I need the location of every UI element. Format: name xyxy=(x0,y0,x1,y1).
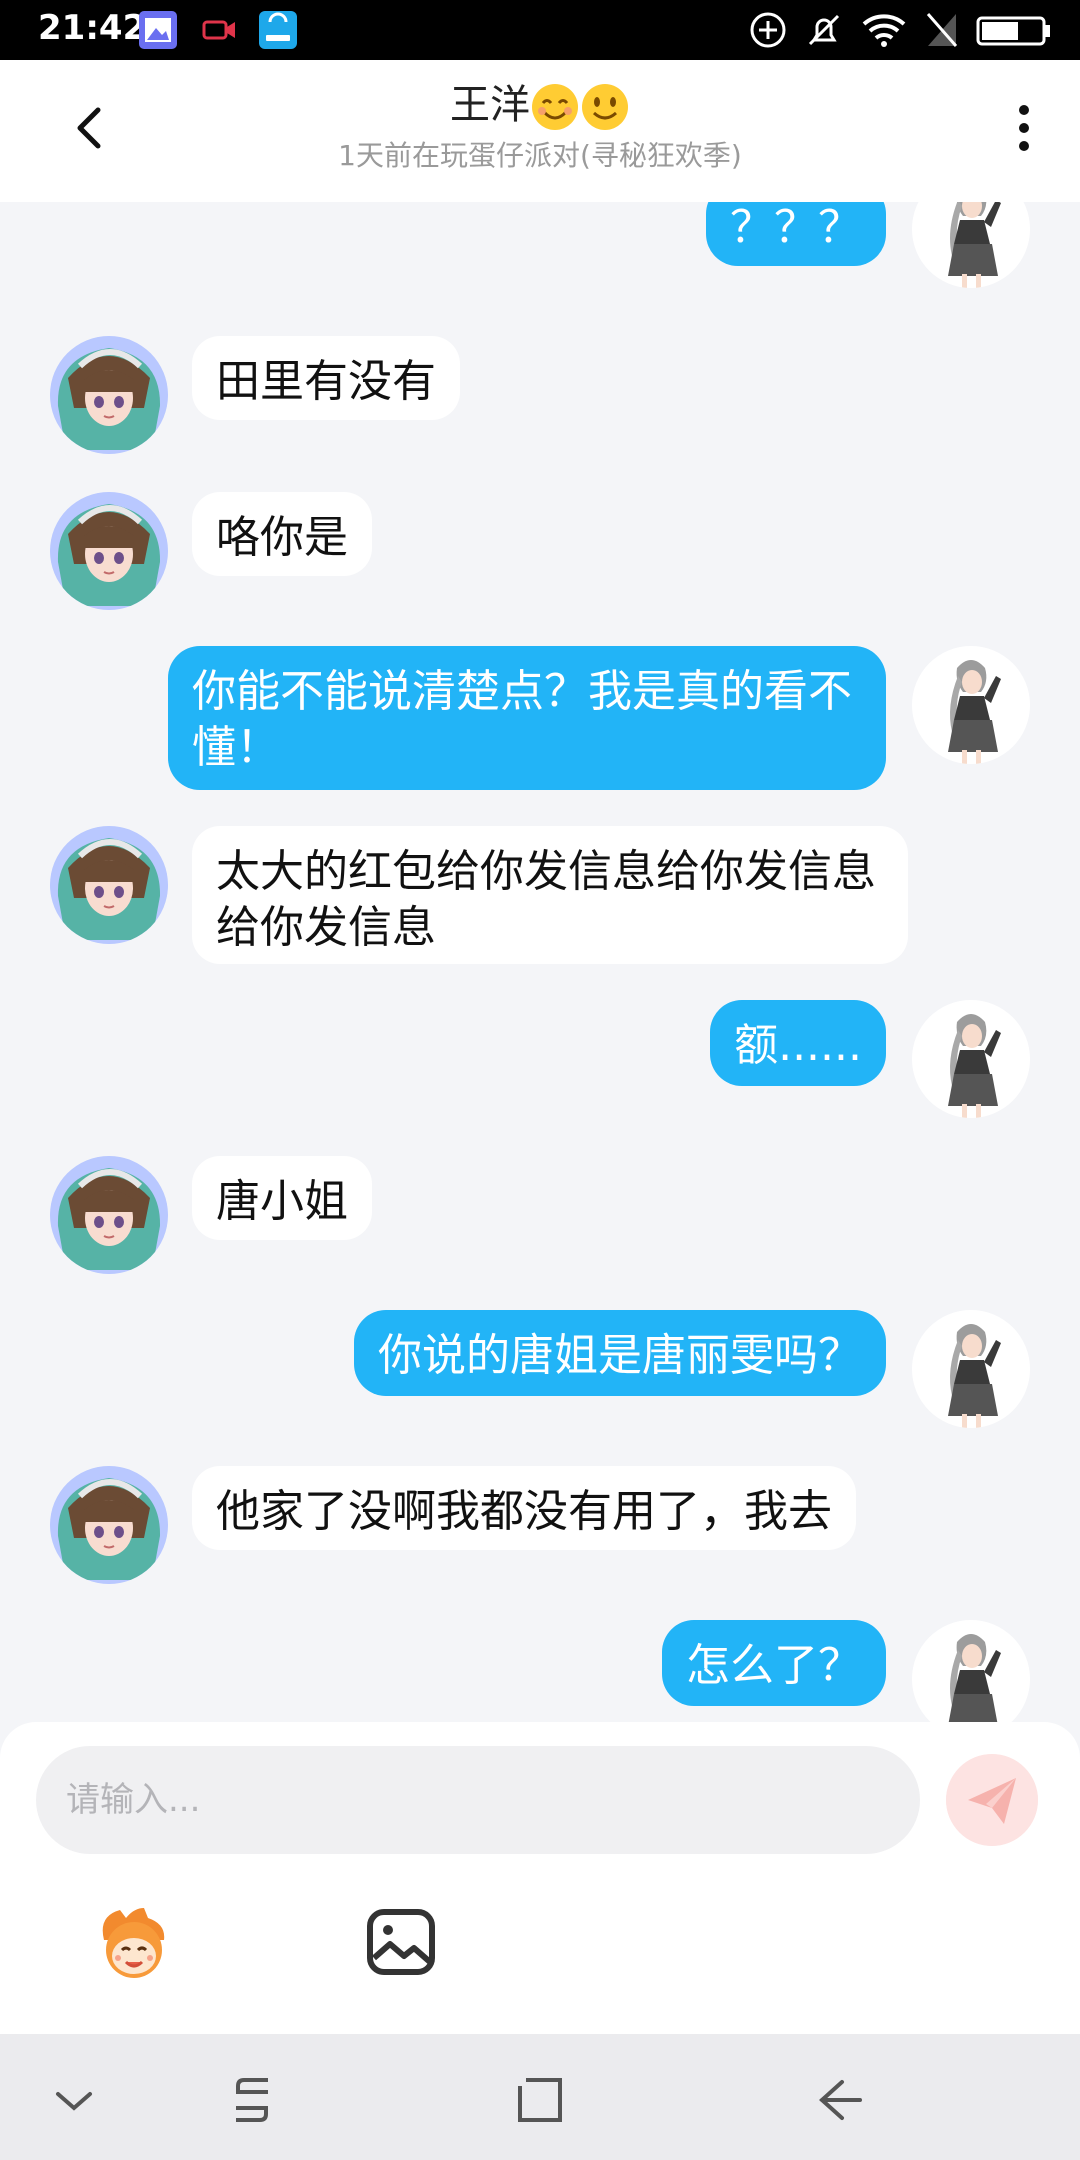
smiling-emoji-icon xyxy=(532,84,578,130)
battery-icon xyxy=(976,16,1050,46)
home-icon[interactable] xyxy=(512,2072,568,2128)
contact-title[interactable]: 王洋 xyxy=(0,78,1080,132)
chevron-down-icon[interactable] xyxy=(46,2072,102,2128)
my-avatar[interactable] xyxy=(912,1620,1030,1722)
friend-avatar[interactable] xyxy=(50,826,168,944)
wifi-icon xyxy=(862,14,906,47)
my-avatar[interactable] xyxy=(912,646,1030,764)
screen-recorder-icon xyxy=(202,20,235,40)
smile-emoji-icon xyxy=(582,84,628,130)
outgoing-message[interactable]: 怎么了？ xyxy=(662,1620,886,1706)
more-options-button[interactable] xyxy=(1004,96,1044,160)
friend-avatar[interactable] xyxy=(50,492,168,610)
message-input[interactable] xyxy=(36,1746,920,1854)
recent-apps-icon[interactable] xyxy=(224,2072,280,2128)
system-nav-bar xyxy=(0,2034,1080,2160)
my-avatar[interactable] xyxy=(912,1310,1030,1428)
sync-status-icon xyxy=(750,12,786,48)
title-area: 王洋 1天前在玩蛋仔派对(寻秘狂欢季) xyxy=(0,78,1080,176)
friend-avatar[interactable] xyxy=(50,336,168,454)
message-composer xyxy=(0,1722,1080,2034)
incoming-message[interactable]: 唐小姐 xyxy=(192,1156,372,1240)
gallery-app-icon xyxy=(139,11,177,49)
my-avatar[interactable] xyxy=(912,1000,1030,1118)
silent-bell-icon xyxy=(808,14,840,46)
incoming-message[interactable]: 他家了没啊我都没有用了，我去 xyxy=(192,1466,856,1550)
chat-header: 王洋 1天前在玩蛋仔派对(寻秘狂欢季) xyxy=(0,60,1080,202)
outgoing-message[interactable]: ？？？ xyxy=(706,202,886,266)
incoming-message[interactable]: 咯你是 xyxy=(192,492,372,576)
koobee-store-icon xyxy=(259,11,297,49)
outgoing-message[interactable]: 额...... xyxy=(710,1000,886,1086)
image-icon[interactable] xyxy=(364,1900,440,1984)
incoming-message[interactable]: 田里有没有 xyxy=(192,336,460,420)
message-list[interactable]: ？？？ 田里有没有 咯你是 你能不能说清楚点？我是真的看不懂！ 太大的红包给你发… xyxy=(0,202,1080,1722)
my-avatar[interactable] xyxy=(912,202,1030,288)
incoming-message[interactable]: 太大的红包给你发信息给你发信息给你发信息 xyxy=(192,826,908,964)
friend-avatar[interactable] xyxy=(50,1466,168,1584)
contact-status: 1天前在玩蛋仔派对(寻秘狂欢季) xyxy=(338,139,742,172)
outgoing-message[interactable]: 你能不能说清楚点？我是真的看不懂！ xyxy=(168,646,886,790)
back-arrow-icon[interactable] xyxy=(812,2072,868,2128)
contact-name: 王洋 xyxy=(450,82,530,128)
status-bar: 21:42 xyxy=(0,0,1080,60)
send-button[interactable] xyxy=(946,1754,1038,1846)
mascot-emoji-icon[interactable] xyxy=(92,1900,176,1984)
no-signal-icon xyxy=(926,13,958,47)
outgoing-message[interactable]: 你说的唐姐是唐丽雯吗？ xyxy=(354,1310,886,1396)
friend-avatar[interactable] xyxy=(50,1156,168,1274)
status-time: 21:42 xyxy=(38,8,147,48)
